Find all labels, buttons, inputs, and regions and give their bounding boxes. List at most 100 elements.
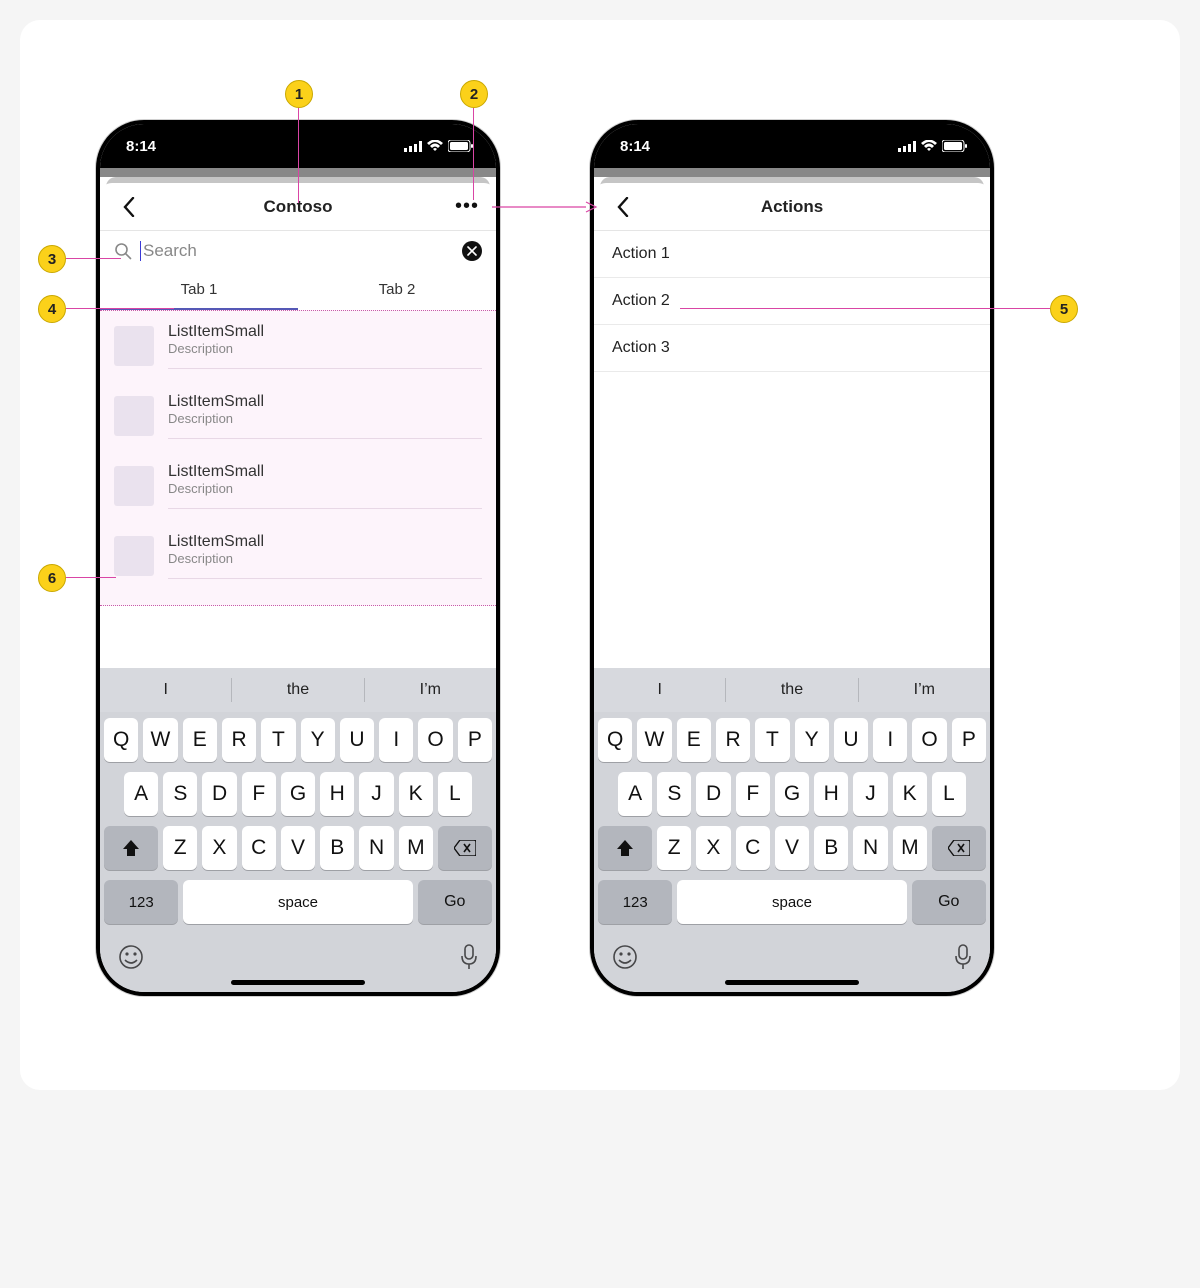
kbd-suggestion[interactable]: I: [100, 681, 231, 699]
list-item[interactable]: ListItemSmallDescription: [100, 521, 496, 591]
letter-key[interactable]: S: [163, 772, 197, 816]
kbd-row-3: ZXCVBNM: [104, 826, 492, 870]
letter-key[interactable]: M: [893, 826, 927, 870]
list-item-desc: Description: [168, 551, 482, 566]
back-button[interactable]: [608, 192, 638, 222]
letter-key[interactable]: N: [853, 826, 887, 870]
diagram-canvas: 8:14 Contoso •••: [20, 20, 1180, 1090]
letter-key[interactable]: O: [418, 718, 452, 762]
letter-key[interactable]: E: [183, 718, 217, 762]
letter-key[interactable]: E: [677, 718, 711, 762]
letter-key[interactable]: R: [716, 718, 750, 762]
list-item[interactable]: ListItemSmallDescription: [100, 451, 496, 521]
letter-key[interactable]: G: [281, 772, 315, 816]
kbd-suggestion[interactable]: I’m: [859, 681, 990, 699]
leader-line-3: [66, 258, 121, 259]
letter-key[interactable]: Q: [598, 718, 632, 762]
letter-key[interactable]: F: [736, 772, 770, 816]
letter-key[interactable]: I: [379, 718, 413, 762]
keyboard: I the I’m QWERTYUIOP ASDFGHJKL ZXCVBNM 1…: [594, 668, 990, 992]
letter-key[interactable]: D: [696, 772, 730, 816]
letter-key[interactable]: W: [637, 718, 671, 762]
letter-key[interactable]: B: [814, 826, 848, 870]
list-item[interactable]: ListItemSmallDescription: [100, 311, 496, 381]
letter-key[interactable]: Q: [104, 718, 138, 762]
letter-key[interactable]: A: [124, 772, 158, 816]
letter-key[interactable]: P: [952, 718, 986, 762]
mic-icon[interactable]: [460, 944, 478, 970]
action-item[interactable]: Action 2: [594, 278, 990, 325]
letter-key[interactable]: C: [242, 826, 276, 870]
shift-icon: [616, 840, 634, 856]
letter-key[interactable]: W: [143, 718, 177, 762]
annotation-badge-2: 2: [460, 80, 488, 108]
tab-2[interactable]: Tab 2: [298, 271, 496, 310]
phone-frame-right: 8:14 Actions Action 1: [590, 120, 994, 996]
annotation-badge-6: 6: [38, 564, 66, 592]
kbd-suggestion[interactable]: I: [594, 681, 725, 699]
letter-key[interactable]: P: [458, 718, 492, 762]
letter-key[interactable]: C: [736, 826, 770, 870]
letter-key[interactable]: B: [320, 826, 354, 870]
letter-key[interactable]: K: [893, 772, 927, 816]
letter-key[interactable]: K: [399, 772, 433, 816]
emoji-icon[interactable]: [612, 944, 638, 970]
action-item[interactable]: Action 1: [594, 231, 990, 278]
chevron-left-icon: [123, 197, 135, 217]
letter-key[interactable]: M: [399, 826, 433, 870]
letter-key[interactable]: D: [202, 772, 236, 816]
leader-line-4: [66, 308, 174, 309]
shift-key[interactable]: [104, 826, 158, 870]
letter-key[interactable]: I: [873, 718, 907, 762]
letter-key[interactable]: H: [814, 772, 848, 816]
letter-key[interactable]: L: [932, 772, 966, 816]
letter-key[interactable]: S: [657, 772, 691, 816]
letter-key[interactable]: H: [320, 772, 354, 816]
action-item[interactable]: Action 3: [594, 325, 990, 372]
letter-key[interactable]: Z: [163, 826, 197, 870]
space-key[interactable]: space: [677, 880, 906, 924]
go-key[interactable]: Go: [912, 880, 986, 924]
letter-key[interactable]: U: [834, 718, 868, 762]
letter-key[interactable]: O: [912, 718, 946, 762]
letter-key[interactable]: J: [853, 772, 887, 816]
go-key[interactable]: Go: [418, 880, 492, 924]
search-input[interactable]: [140, 241, 454, 261]
back-button[interactable]: [114, 192, 144, 222]
letter-key[interactable]: G: [775, 772, 809, 816]
letter-key[interactable]: L: [438, 772, 472, 816]
letter-key[interactable]: Y: [795, 718, 829, 762]
backspace-key[interactable]: [438, 826, 492, 870]
leader-line-6: [66, 577, 116, 578]
numeric-key[interactable]: 123: [104, 880, 178, 924]
kbd-suggestion[interactable]: the: [232, 681, 363, 699]
letter-key[interactable]: V: [775, 826, 809, 870]
emoji-icon[interactable]: [118, 944, 144, 970]
shift-key[interactable]: [598, 826, 652, 870]
letter-key[interactable]: T: [755, 718, 789, 762]
more-button[interactable]: •••: [452, 192, 482, 222]
letter-key[interactable]: X: [202, 826, 236, 870]
letter-key[interactable]: U: [340, 718, 374, 762]
mic-icon[interactable]: [954, 944, 972, 970]
letter-key[interactable]: A: [618, 772, 652, 816]
kbd-suggestion[interactable]: I’m: [365, 681, 496, 699]
tab-1[interactable]: Tab 1: [100, 271, 298, 310]
letter-key[interactable]: X: [696, 826, 730, 870]
backspace-key[interactable]: [932, 826, 986, 870]
letter-key[interactable]: Y: [301, 718, 335, 762]
leader-line-1: [298, 108, 299, 203]
letter-key[interactable]: Z: [657, 826, 691, 870]
letter-key[interactable]: R: [222, 718, 256, 762]
kbd-suggestion[interactable]: the: [726, 681, 857, 699]
letter-key[interactable]: V: [281, 826, 315, 870]
letter-key[interactable]: J: [359, 772, 393, 816]
chevron-left-icon: [617, 197, 629, 217]
letter-key[interactable]: F: [242, 772, 276, 816]
list-item[interactable]: ListItemSmallDescription: [100, 381, 496, 451]
clear-search-button[interactable]: [462, 241, 482, 261]
numeric-key[interactable]: 123: [598, 880, 672, 924]
letter-key[interactable]: T: [261, 718, 295, 762]
letter-key[interactable]: N: [359, 826, 393, 870]
space-key[interactable]: space: [183, 880, 412, 924]
